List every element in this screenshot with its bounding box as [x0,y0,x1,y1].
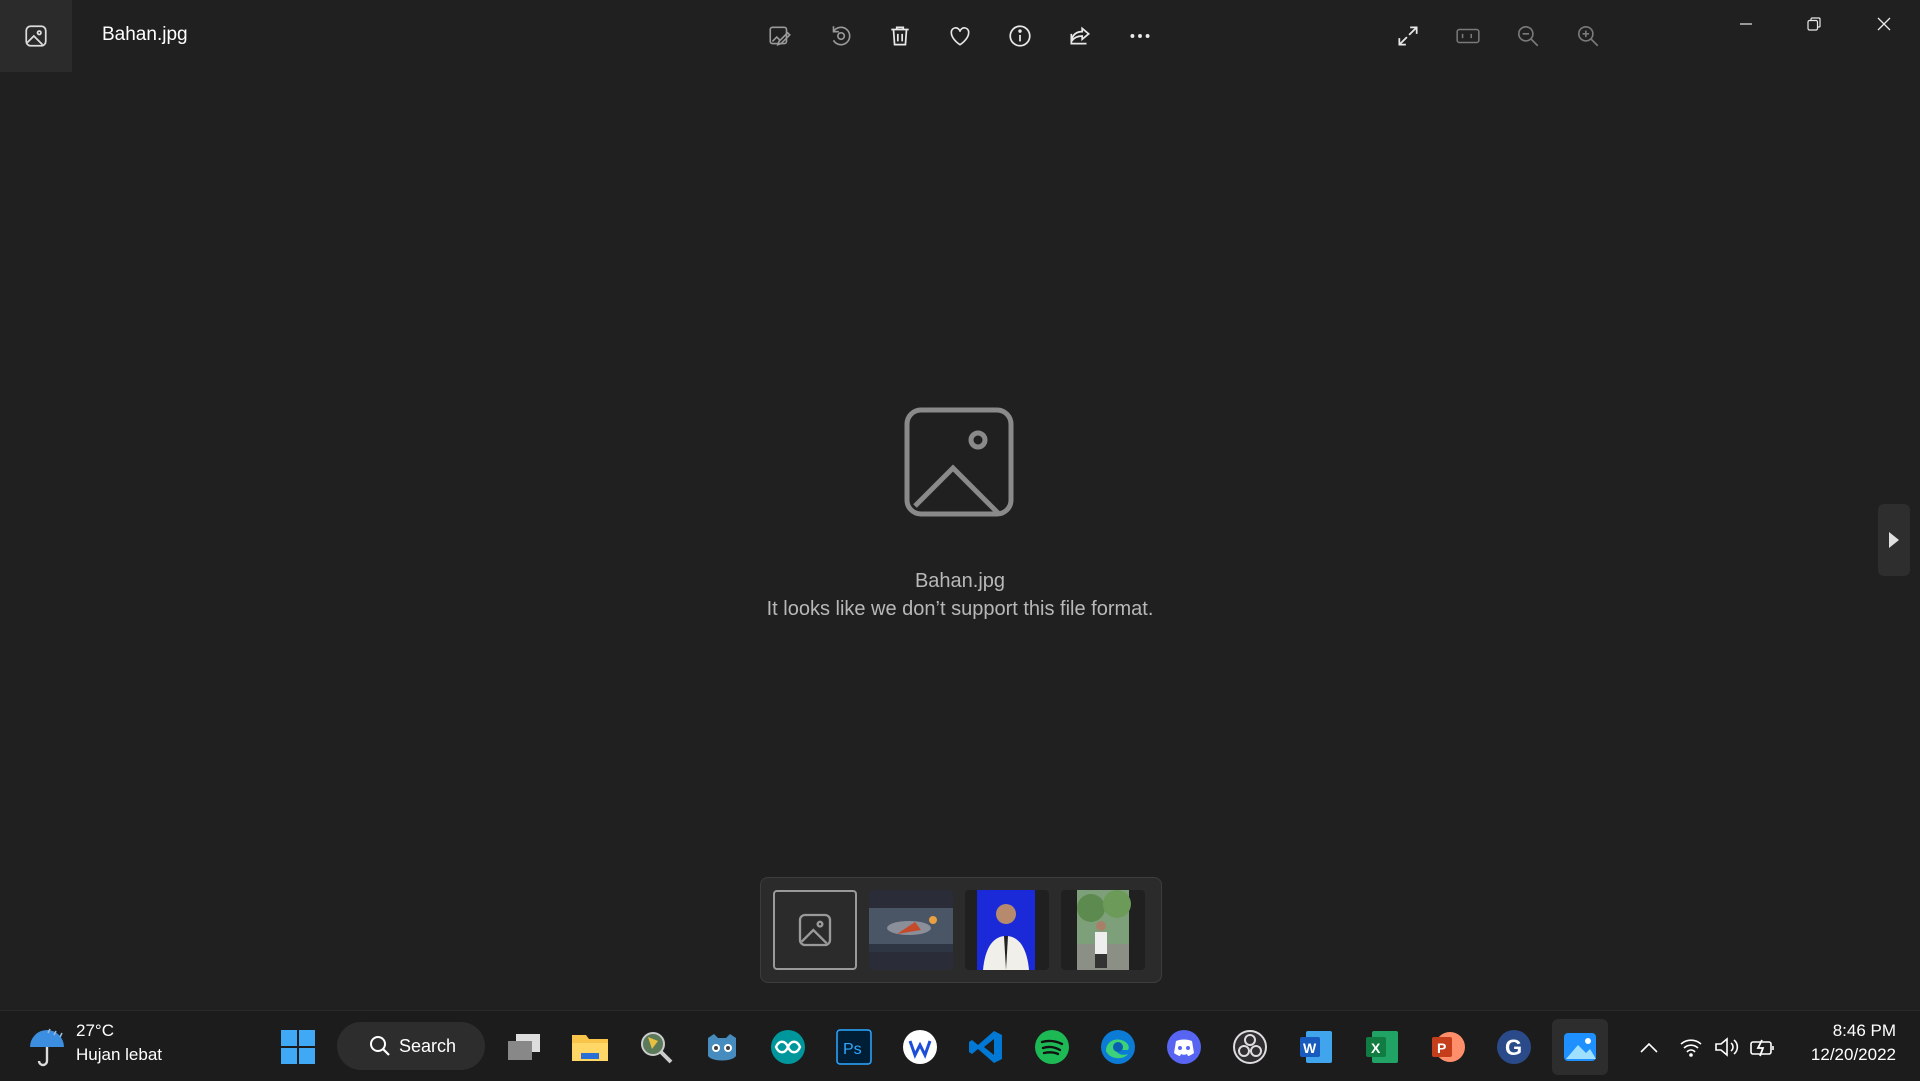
window-title: Bahan.jpg [102,24,188,45]
clock-date: 12/20/2022 [1810,1045,1896,1064]
actual-size-icon[interactable] [1448,16,1488,56]
svg-text:W: W [1303,1040,1317,1056]
vs-code-icon[interactable] [958,1019,1014,1075]
delete-icon[interactable] [880,16,920,56]
filmstrip-thumb-4[interactable] [1061,890,1145,970]
filmstrip-thumb-2[interactable] [869,890,953,970]
filmstrip-thumb-selected[interactable] [773,890,857,970]
battery-charging-icon[interactable] [1745,1027,1781,1067]
word-icon[interactable]: W [1288,1019,1344,1075]
minimize-button[interactable] [1716,6,1776,42]
arduino-icon[interactable] [760,1019,816,1075]
error-message: It looks like we don’t support this file… [766,598,1154,620]
image-placeholder-icon [798,913,832,947]
svg-text:X: X [1371,1040,1381,1056]
next-image-button[interactable] [1878,504,1910,576]
photos-app-icon[interactable] [0,0,72,72]
obs-icon[interactable] [1222,1019,1278,1075]
magnifier-tool-icon[interactable] [628,1019,684,1075]
filmstrip-thumb-3[interactable] [965,890,1049,970]
weather-widget[interactable]: 27°C Hujan lebat [24,1021,194,1071]
image-viewer-area [0,72,1920,1010]
umbrella-rain-icon [30,1028,64,1067]
taskbar: 27°C Hujan lebat Search Ps W X P G 8:46 … [0,1010,1920,1081]
excel-icon[interactable]: X [1354,1019,1410,1075]
spotify-icon[interactable] [1024,1019,1080,1075]
powerpoint-icon[interactable]: P [1420,1019,1476,1075]
file-explorer-icon[interactable] [562,1019,618,1075]
discord-icon[interactable] [1156,1019,1212,1075]
filmstrip [760,877,1162,983]
info-icon[interactable] [1000,16,1040,56]
show-hidden-icons-chevron-up-icon[interactable] [1631,1027,1667,1067]
windows-logo-icon [281,1030,315,1064]
taskbar-search[interactable]: Search [337,1022,485,1070]
svg-text:P: P [1437,1040,1446,1056]
task-view-icon[interactable] [496,1019,552,1075]
weather-condition: Hujan lebat [76,1045,163,1064]
volume-icon[interactable] [1709,1027,1745,1067]
full-screen-icon[interactable] [1388,16,1428,56]
godot-icon[interactable] [694,1019,750,1075]
restore-button[interactable] [1784,6,1844,42]
zoom-in-icon[interactable] [1568,16,1608,56]
edge-icon[interactable] [1090,1019,1146,1075]
search-icon [370,1036,390,1056]
taskbar-clock[interactable]: 8:46 PM 12/20/2022 [1780,1019,1896,1067]
share-icon[interactable] [1060,16,1100,56]
weather-temperature: 27°C [76,1021,114,1040]
wifi-icon[interactable] [1673,1027,1709,1067]
g-app-icon[interactable]: G [1486,1019,1542,1075]
error-file-name: Bahan.jpg [914,570,1006,592]
search-label: Search [399,1036,457,1056]
zoom-out-icon[interactable] [1508,16,1548,56]
more-options-icon[interactable] [1120,16,1160,56]
wps-writer-icon[interactable] [892,1019,948,1075]
photos-taskbar-icon[interactable] [1552,1019,1608,1075]
rotate-icon[interactable] [820,16,860,56]
unsupported-image-icon [903,406,1015,518]
close-button[interactable] [1854,6,1914,42]
svg-text:Ps: Ps [843,1041,862,1058]
chevron-right-icon [1889,532,1899,548]
photoshop-icon[interactable]: Ps [826,1019,882,1075]
start-button[interactable] [270,1019,326,1075]
edit-image-icon[interactable] [760,16,800,56]
favorite-heart-icon[interactable] [940,16,980,56]
clock-time: 8:46 PM [1832,1021,1896,1040]
svg-text:G: G [1505,1035,1522,1060]
title-bar: Bahan.jpg [0,0,1920,72]
